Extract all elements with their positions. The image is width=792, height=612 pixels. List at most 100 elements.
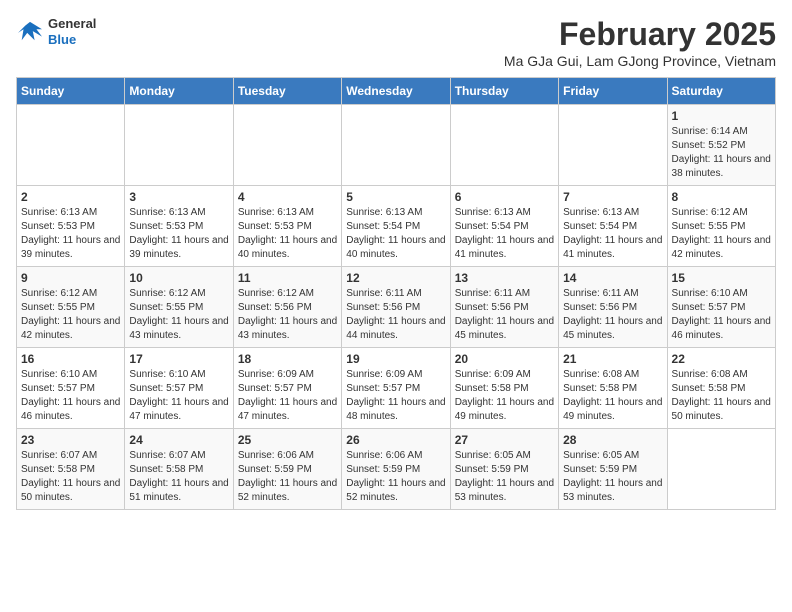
day-info: Sunrise: 6:12 AM Sunset: 5:55 PM Dayligh… [21, 287, 120, 343]
day-number: 23 [21, 433, 120, 447]
day-info: Sunrise: 6:13 AM Sunset: 5:54 PM Dayligh… [563, 206, 662, 262]
day-number: 6 [455, 190, 554, 204]
calendar-cell: 23 Sunrise: 6:07 AM Sunset: 5:58 PM Dayli… [17, 429, 125, 510]
calendar-cell: 1 Sunrise: 6:14 AM Sunset: 5:52 PM Daylig… [667, 105, 775, 186]
day-number: 11 [238, 271, 337, 285]
day-info: Sunrise: 6:12 AM Sunset: 5:55 PM Dayligh… [672, 206, 771, 262]
day-number: 25 [238, 433, 337, 447]
weekday-header: Saturday [667, 78, 775, 105]
day-info: Sunrise: 6:13 AM Sunset: 5:54 PM Dayligh… [455, 206, 554, 262]
calendar-cell [125, 105, 233, 186]
day-info: Sunrise: 6:11 AM Sunset: 5:56 PM Dayligh… [563, 287, 662, 343]
page-header: General Blue February 2025 Ma GJa Gui, L… [16, 16, 776, 69]
weekday-header: Sunday [17, 78, 125, 105]
logo: General Blue [16, 16, 96, 47]
day-info: Sunrise: 6:09 AM Sunset: 5:57 PM Dayligh… [346, 368, 445, 424]
calendar-cell: 6 Sunrise: 6:13 AM Sunset: 5:54 PM Daylig… [450, 186, 558, 267]
calendar-cell: 14Sunrise: 6:11 AM Sunset: 5:56 PM Dayli… [559, 267, 667, 348]
day-number: 10 [129, 271, 228, 285]
calendar-cell: 19 Sunrise: 6:09 AM Sunset: 5:57 PM Dayli… [342, 348, 450, 429]
calendar-cell: 26 Sunrise: 6:06 AM Sunset: 5:59 PM Dayli… [342, 429, 450, 510]
day-info: Sunrise: 6:12 AM Sunset: 5:56 PM Dayligh… [238, 287, 337, 343]
day-number: 18 [238, 352, 337, 366]
weekday-header: Tuesday [233, 78, 341, 105]
calendar-cell: 21 Sunrise: 6:08 AM Sunset: 5:58 PM Dayli… [559, 348, 667, 429]
calendar-cell: 11 Sunrise: 6:12 AM Sunset: 5:56 PM Dayli… [233, 267, 341, 348]
calendar-table: SundayMondayTuesdayWednesdayThursdayFrid… [16, 77, 776, 510]
day-number: 12 [346, 271, 445, 285]
day-info: Sunrise: 6:12 AM Sunset: 5:55 PM Dayligh… [129, 287, 228, 343]
day-info: Sunrise: 6:13 AM Sunset: 5:53 PM Dayligh… [21, 206, 120, 262]
day-info: Sunrise: 6:08 AM Sunset: 5:58 PM Dayligh… [563, 368, 662, 424]
day-number: 19 [346, 352, 445, 366]
day-info: Sunrise: 6:08 AM Sunset: 5:58 PM Dayligh… [672, 368, 771, 424]
logo-general: General [48, 16, 96, 32]
day-number: 22 [672, 352, 771, 366]
day-number: 26 [346, 433, 445, 447]
calendar-cell: 10 Sunrise: 6:12 AM Sunset: 5:55 PM Dayli… [125, 267, 233, 348]
day-number: 5 [346, 190, 445, 204]
day-number: 16 [21, 352, 120, 366]
calendar-cell [342, 105, 450, 186]
calendar-cell [233, 105, 341, 186]
day-info: Sunrise: 6:11 AM Sunset: 5:56 PM Dayligh… [346, 287, 445, 343]
day-number: 15 [672, 271, 771, 285]
day-info: Sunrise: 6:13 AM Sunset: 5:53 PM Dayligh… [238, 206, 337, 262]
day-number: 28 [563, 433, 662, 447]
calendar-cell: 22 Sunrise: 6:08 AM Sunset: 5:58 PM Dayli… [667, 348, 775, 429]
day-number: 3 [129, 190, 228, 204]
calendar-cell: 27Sunrise: 6:05 AM Sunset: 5:59 PM Dayli… [450, 429, 558, 510]
day-info: Sunrise: 6:10 AM Sunset: 5:57 PM Dayligh… [21, 368, 120, 424]
day-info: Sunrise: 6:07 AM Sunset: 5:58 PM Dayligh… [21, 449, 120, 505]
calendar-subtitle: Ma GJa Gui, Lam GJong Province, Vietnam [504, 53, 776, 69]
calendar-header: SundayMondayTuesdayWednesdayThursdayFrid… [17, 78, 776, 105]
logo-text: General Blue [48, 16, 96, 47]
day-number: 1 [672, 109, 771, 123]
day-info: Sunrise: 6:10 AM Sunset: 5:57 PM Dayligh… [129, 368, 228, 424]
day-number: 2 [21, 190, 120, 204]
weekday-row: SundayMondayTuesdayWednesdayThursdayFrid… [17, 78, 776, 105]
day-number: 4 [238, 190, 337, 204]
calendar-cell: 20Sunrise: 6:09 AM Sunset: 5:58 PM Dayli… [450, 348, 558, 429]
calendar-cell [450, 105, 558, 186]
calendar-week-row: 16 Sunrise: 6:10 AM Sunset: 5:57 PM Dayli… [17, 348, 776, 429]
day-number: 21 [563, 352, 662, 366]
calendar-cell: 24 Sunrise: 6:07 AM Sunset: 5:58 PM Dayli… [125, 429, 233, 510]
day-number: 9 [21, 271, 120, 285]
day-info: Sunrise: 6:09 AM Sunset: 5:58 PM Dayligh… [455, 368, 554, 424]
calendar-title: February 2025 [504, 16, 776, 53]
day-number: 27 [455, 433, 554, 447]
day-info: Sunrise: 6:06 AM Sunset: 5:59 PM Dayligh… [346, 449, 445, 505]
weekday-header: Thursday [450, 78, 558, 105]
day-info: Sunrise: 6:11 AM Sunset: 5:56 PM Dayligh… [455, 287, 554, 343]
day-number: 8 [672, 190, 771, 204]
calendar-cell: 18 Sunrise: 6:09 AM Sunset: 5:57 PM Dayli… [233, 348, 341, 429]
day-info: Sunrise: 6:13 AM Sunset: 5:54 PM Dayligh… [346, 206, 445, 262]
calendar-cell: 8 Sunrise: 6:12 AM Sunset: 5:55 PM Daylig… [667, 186, 775, 267]
day-info: Sunrise: 6:14 AM Sunset: 5:52 PM Dayligh… [672, 125, 771, 181]
day-info: Sunrise: 6:06 AM Sunset: 5:59 PM Dayligh… [238, 449, 337, 505]
day-number: 13 [455, 271, 554, 285]
weekday-header: Monday [125, 78, 233, 105]
calendar-week-row: 9 Sunrise: 6:12 AM Sunset: 5:55 PM Daylig… [17, 267, 776, 348]
day-number: 7 [563, 190, 662, 204]
calendar-cell: 17 Sunrise: 6:10 AM Sunset: 5:57 PM Dayli… [125, 348, 233, 429]
calendar-cell: 5 Sunrise: 6:13 AM Sunset: 5:54 PM Daylig… [342, 186, 450, 267]
calendar-cell: 9 Sunrise: 6:12 AM Sunset: 5:55 PM Daylig… [17, 267, 125, 348]
day-info: Sunrise: 6:10 AM Sunset: 5:57 PM Dayligh… [672, 287, 771, 343]
calendar-cell: 3 Sunrise: 6:13 AM Sunset: 5:53 PM Daylig… [125, 186, 233, 267]
calendar-cell: 7 Sunrise: 6:13 AM Sunset: 5:54 PM Daylig… [559, 186, 667, 267]
day-info: Sunrise: 6:07 AM Sunset: 5:58 PM Dayligh… [129, 449, 228, 505]
calendar-cell: 25 Sunrise: 6:06 AM Sunset: 5:59 PM Dayli… [233, 429, 341, 510]
calendar-week-row: 2 Sunrise: 6:13 AM Sunset: 5:53 PM Daylig… [17, 186, 776, 267]
calendar-cell: 16 Sunrise: 6:10 AM Sunset: 5:57 PM Dayli… [17, 348, 125, 429]
day-info: Sunrise: 6:05 AM Sunset: 5:59 PM Dayligh… [563, 449, 662, 505]
day-info: Sunrise: 6:13 AM Sunset: 5:53 PM Dayligh… [129, 206, 228, 262]
calendar-body: 1 Sunrise: 6:14 AM Sunset: 5:52 PM Daylig… [17, 105, 776, 510]
day-number: 24 [129, 433, 228, 447]
calendar-cell: 28 Sunrise: 6:05 AM Sunset: 5:59 PM Dayli… [559, 429, 667, 510]
day-info: Sunrise: 6:09 AM Sunset: 5:57 PM Dayligh… [238, 368, 337, 424]
day-number: 17 [129, 352, 228, 366]
calendar-cell [17, 105, 125, 186]
calendar-week-row: 1 Sunrise: 6:14 AM Sunset: 5:52 PM Daylig… [17, 105, 776, 186]
